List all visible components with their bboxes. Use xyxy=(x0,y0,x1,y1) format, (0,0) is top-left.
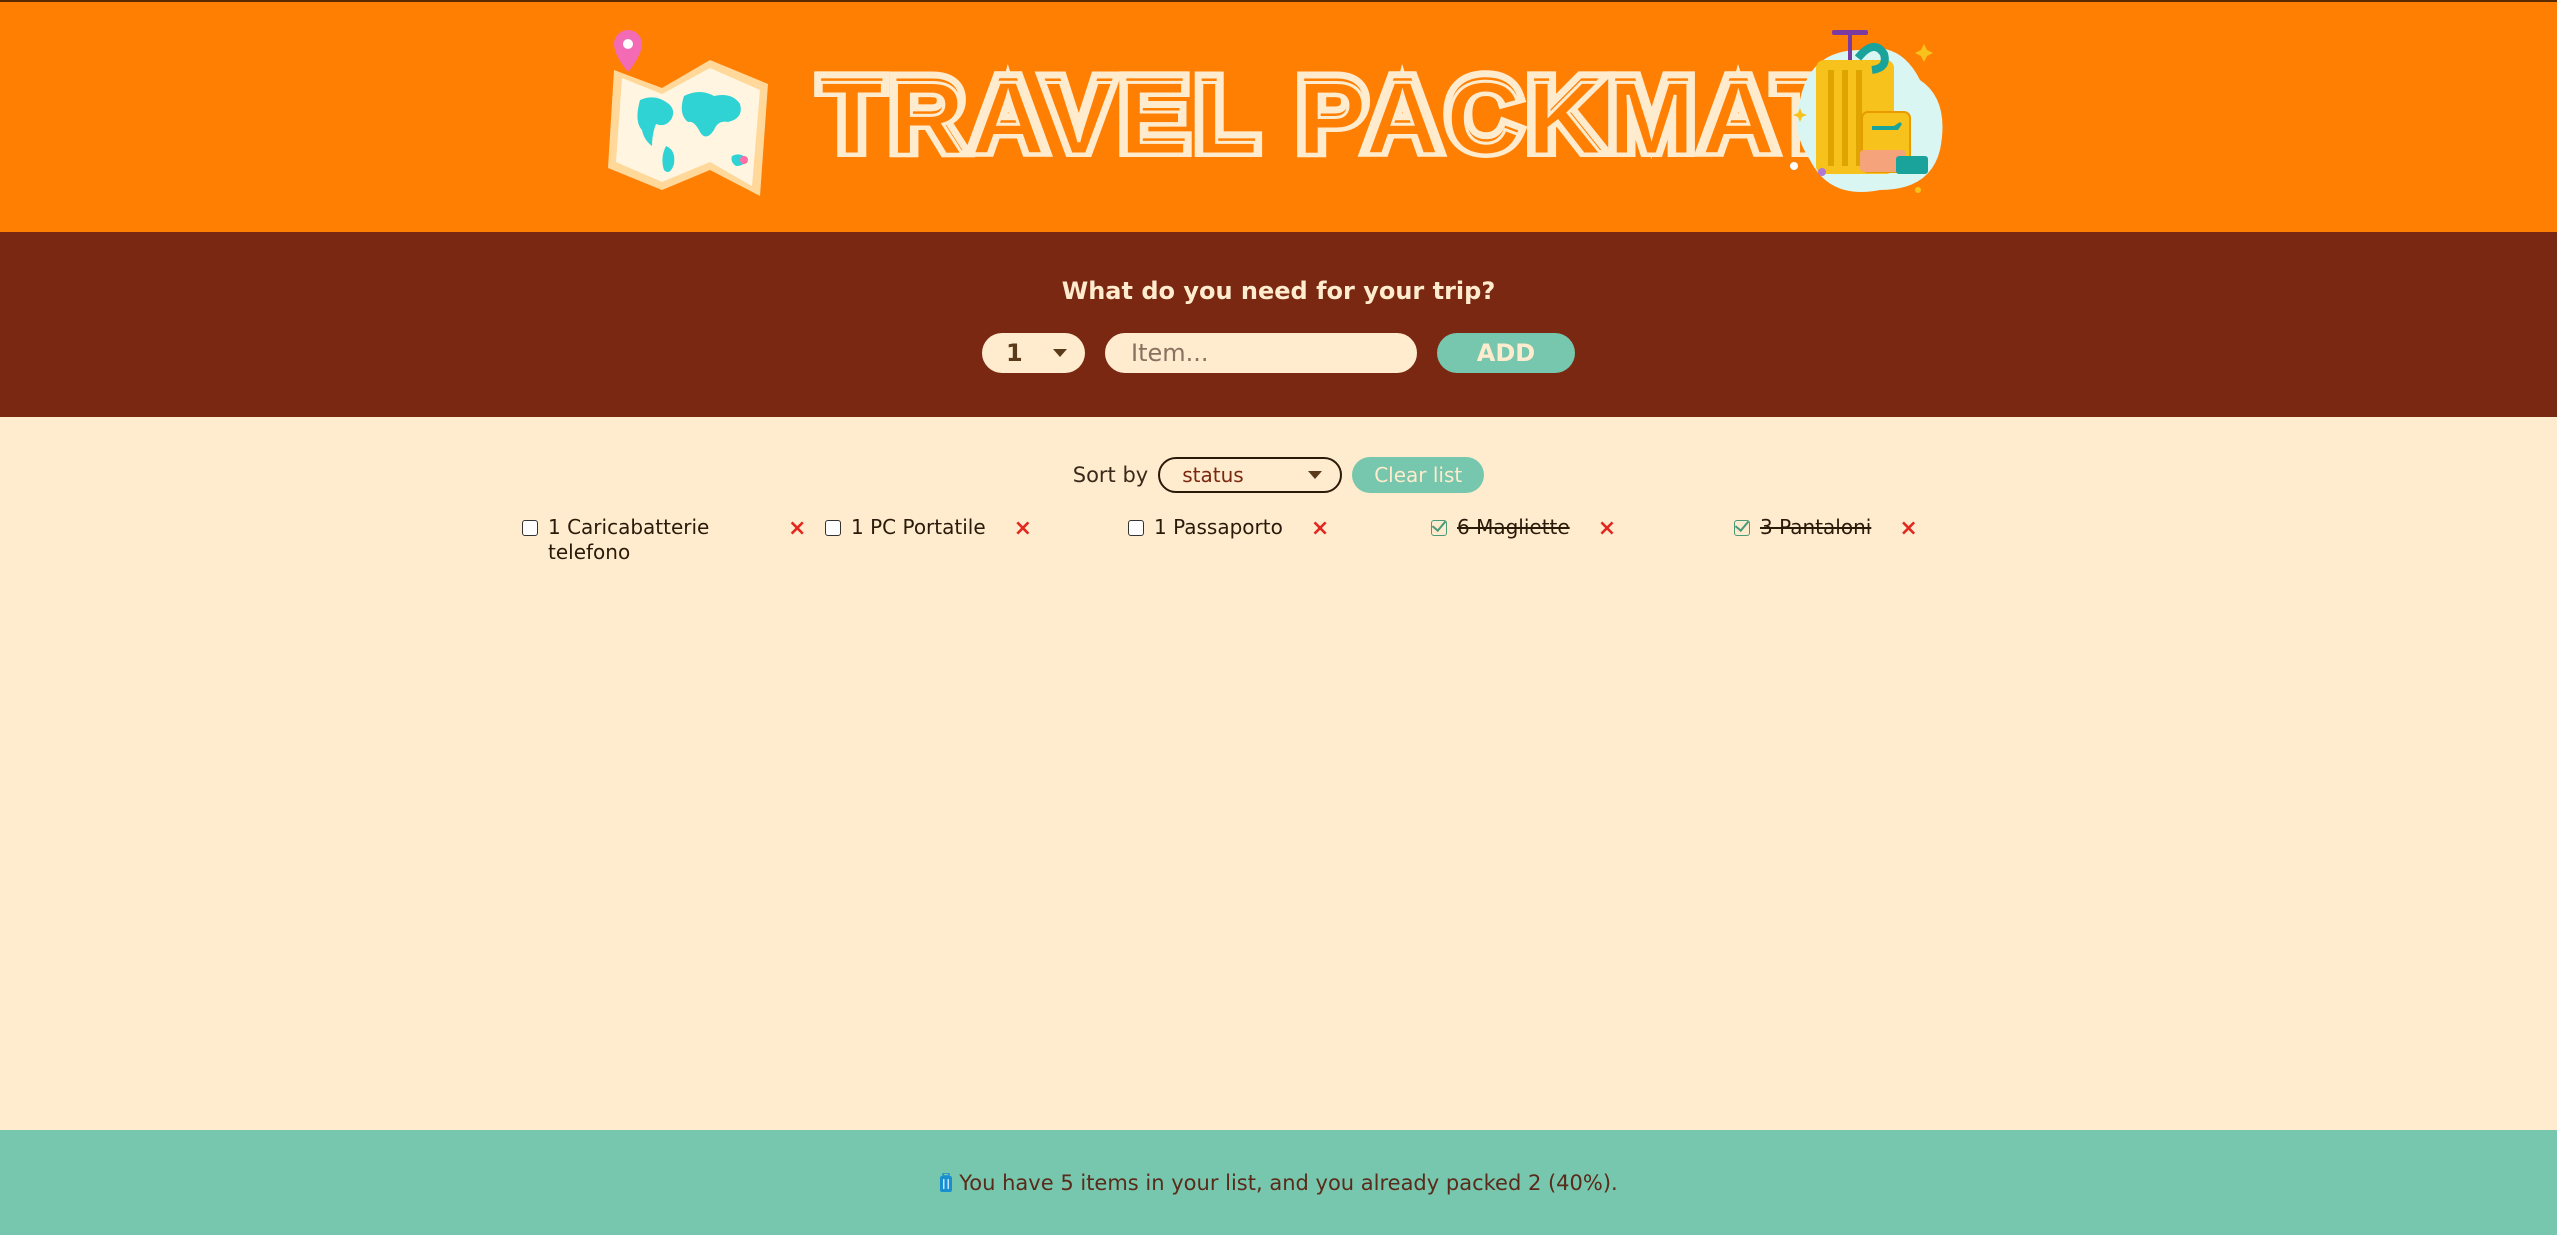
packed-checkbox[interactable] xyxy=(1431,520,1447,536)
quantity-select[interactable]: 1 xyxy=(982,332,1085,373)
sort-select[interactable]: status xyxy=(1158,457,1343,493)
luggage-icon xyxy=(940,1172,953,1192)
delete-icon[interactable]: × xyxy=(1899,516,1917,541)
packed-checkbox[interactable] xyxy=(1128,520,1144,536)
stats-text: You have 5 items in your list, and you a… xyxy=(959,1170,1618,1195)
sort-label: Sort by xyxy=(1072,463,1149,487)
suitcase-icon xyxy=(1790,30,1943,193)
packed-checkbox[interactable] xyxy=(522,520,538,536)
app-title-wrap: TRAVEL PACKMATE TRAVEL PACKMATE xyxy=(813,50,1920,180)
list-item: 3 Pantaloni × xyxy=(1732,515,2035,565)
delete-icon[interactable]: × xyxy=(1014,516,1032,541)
sort-value: status xyxy=(1182,463,1244,487)
item-label: 1 Caricabatterie telefono xyxy=(548,515,710,564)
form-question: What do you need for your trip? xyxy=(1061,276,1496,305)
item-input[interactable] xyxy=(1105,332,1417,373)
app-title-inner: TRAVEL PACKMATE xyxy=(818,60,1920,179)
list-item: 1 Passaporto × xyxy=(1126,515,1429,565)
item-label: 1 PC Portatile xyxy=(851,515,986,539)
stats-footer: You have 5 items in your list, and you a… xyxy=(0,1130,2557,1235)
list-actions: Sort by status Clear list xyxy=(0,457,2557,493)
quantity-value: 1 xyxy=(1006,338,1023,367)
item-label: 3 Pantaloni xyxy=(1760,515,1872,539)
chevron-down-icon xyxy=(1053,348,1067,357)
app-root: TRAVEL PACKMATE TRAVEL PACKMATE What do … xyxy=(0,0,2557,1235)
header: TRAVEL PACKMATE TRAVEL PACKMATE xyxy=(0,0,2557,232)
item-label: 1 Passaporto xyxy=(1154,515,1283,539)
clear-list-button[interactable]: Clear list xyxy=(1352,457,1485,493)
packing-list: Sort by status Clear list 1 Caricabatter… xyxy=(0,417,2557,1130)
packed-checkbox[interactable] xyxy=(825,520,841,536)
list-item: 6 Magliette × xyxy=(1429,515,1732,565)
add-item-form: What do you need for your trip? 1 ADD xyxy=(0,232,2557,417)
delete-icon[interactable]: × xyxy=(1311,516,1329,541)
list-item: 1 PC Portatile × xyxy=(823,515,1126,565)
world-map-icon xyxy=(608,30,768,196)
item-label: 6 Magliette xyxy=(1457,515,1570,539)
chevron-down-icon xyxy=(1308,471,1323,479)
form-row: 1 ADD xyxy=(982,332,1575,373)
list-item: 1 Caricabatterie telefono × xyxy=(520,515,823,565)
items-grid: 1 Caricabatterie telefono × 1 PC Portati… xyxy=(520,515,2020,565)
packed-checkbox[interactable] xyxy=(1734,520,1750,536)
add-button[interactable]: ADD xyxy=(1437,332,1575,373)
delete-icon[interactable]: × xyxy=(1598,516,1616,541)
delete-icon[interactable]: × xyxy=(788,516,806,541)
